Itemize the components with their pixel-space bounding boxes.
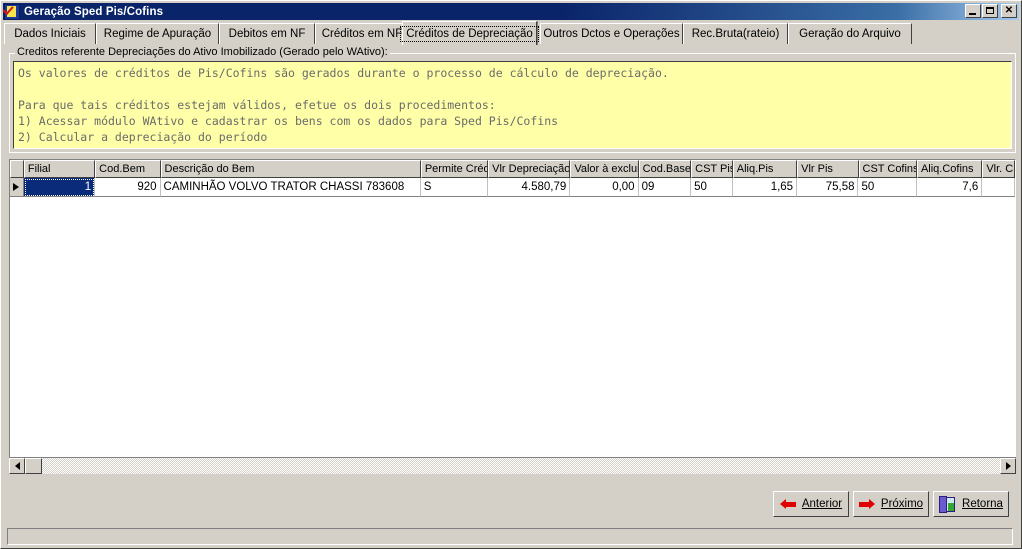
arrow-left-icon [14, 462, 20, 470]
tab-label: Outros Dctos e Operações [543, 28, 680, 40]
cell-cst-cofins[interactable]: 50 [858, 178, 917, 197]
row-pointer-icon [13, 183, 20, 191]
checkmark-icon [4, 3, 20, 20]
grid-header-row: Filial Cod.Bem Descrição do Bem Permite … [10, 160, 1015, 178]
anterior-button[interactable]: Anterior [773, 491, 849, 517]
tab-creditos-em-nf[interactable]: Créditos em NF [315, 23, 409, 44]
minimize-button[interactable] [965, 4, 981, 18]
arrow-right-icon [858, 498, 875, 510]
grid-header-vlr-depreciacao[interactable]: Vlr Depreciação [488, 160, 571, 178]
scrollbar-track[interactable] [42, 458, 1000, 474]
grid-header-indicator [10, 160, 24, 178]
status-bar [3, 526, 1019, 547]
anterior-button-label: Anterior [801, 498, 843, 510]
grid-header-cod-bem[interactable]: Cod.Bem [95, 160, 161, 178]
tab-label: Geração do Arquivo [799, 28, 901, 40]
cell-cst-pis[interactable]: 50 [691, 178, 733, 197]
tab-label: Regime de Apuração [103, 28, 212, 40]
grid-header-vlr-cofins[interactable]: Vlr. C [982, 160, 1015, 178]
groupbox-label: Creditos referente Depreciações do Ativo… [15, 46, 390, 58]
tab-debitos-em-nf[interactable]: Debitos em NF [219, 23, 315, 44]
table-row[interactable]: 1 920 CAMINHÃO VOLVO TRATOR CHASSI 78360… [10, 178, 1015, 197]
retorna-button-label: Retorna [962, 498, 1003, 510]
cell-descricao[interactable]: CAMINHÃO VOLVO TRATOR CHASSI 783608 [160, 178, 421, 197]
scroll-left-button[interactable] [9, 458, 25, 474]
grid-header-cst-cofins[interactable]: CST Cofins [858, 160, 917, 178]
cell-cod-base[interactable]: 09 [638, 178, 692, 197]
tab-creditos-de-depreciacao[interactable]: Créditos de Depreciação [400, 21, 539, 45]
proximo-button-label: Próximo [880, 498, 924, 510]
proximo-button[interactable]: Próximo [853, 491, 929, 517]
cell-permite-cred[interactable]: S [420, 178, 489, 197]
button-bar: Anterior Próximo Retorna [1, 491, 1022, 521]
tab-label: Debitos em NF [228, 28, 306, 40]
scroll-right-button[interactable] [1000, 458, 1016, 474]
row-indicator [10, 178, 24, 197]
application-window: Geração Sped Pis/Cofins ✕ Dados Iniciais… [0, 0, 1022, 549]
tab-outros-dctos-e-operacoes[interactable]: Outros Dctos e Operações [540, 23, 683, 44]
grid-header-cod-base[interactable]: Cod.Base [638, 160, 692, 178]
tab-bar: Dados Iniciais Regime de Apuração Debito… [4, 21, 1018, 45]
cell-aliq-pis[interactable]: 1,65 [732, 178, 798, 197]
grid-header-aliq-pis[interactable]: Aliq.Pis [732, 160, 798, 178]
status-panel [7, 528, 1013, 545]
grid-header-valor-a-excluir[interactable]: Valor à excluir [570, 160, 639, 178]
cell-vlr-cofins[interactable] [982, 178, 1015, 197]
tab-label: Dados Iniciais [14, 28, 86, 40]
cell-cod-bem[interactable]: 920 [95, 178, 161, 197]
grid-header-filial[interactable]: Filial [23, 160, 96, 178]
arrow-right-icon [1005, 462, 1011, 470]
door-exit-icon [939, 495, 956, 513]
window-controls: ✕ [964, 4, 1017, 18]
grid-header-permite-cred[interactable]: Permite Créd. [420, 160, 489, 178]
grid-header-aliq-cofins[interactable]: Aliq.Cofins [916, 160, 983, 178]
arrow-left-icon [779, 498, 796, 510]
scrollbar-thumb[interactable] [25, 458, 42, 474]
cell-vlr-depreciacao[interactable]: 4.580,79 [488, 178, 571, 197]
close-button[interactable]: ✕ [1001, 4, 1017, 18]
tab-geracao-do-arquivo[interactable]: Geração do Arquivo [788, 23, 912, 44]
tab-regime-de-apuracao[interactable]: Regime de Apuração [96, 23, 219, 44]
cell-vlr-pis[interactable]: 75,58 [797, 178, 859, 197]
grid-header-vlr-pis[interactable]: Vlr Pis [797, 160, 859, 178]
tab-label: Créditos em NF [321, 28, 403, 40]
grid-empty-area [10, 197, 1015, 463]
maximize-button[interactable] [982, 4, 998, 18]
title-bar: Geração Sped Pis/Cofins ✕ [3, 3, 1019, 20]
cell-aliq-cofins[interactable]: 7,6 [916, 178, 983, 197]
window-title: Geração Sped Pis/Cofins [24, 5, 164, 18]
tab-dados-iniciais[interactable]: Dados Iniciais [4, 23, 96, 44]
tab-label: Rec.Bruta(rateio) [691, 28, 780, 40]
info-memo: Os valores de créditos de Pis/Cofins são… [13, 61, 1012, 149]
cell-filial[interactable]: 1 [23, 178, 96, 197]
grid-header-cst-pis[interactable]: CST Pis [691, 160, 733, 178]
tab-rec-bruta-rateio[interactable]: Rec.Bruta(rateio) [683, 23, 788, 44]
retorna-button[interactable]: Retorna [933, 491, 1009, 517]
grid-horizontal-scrollbar[interactable] [9, 457, 1016, 474]
cell-valor-a-excluir[interactable]: 0,00 [570, 178, 639, 197]
tab-label: Créditos de Depreciação [400, 25, 539, 42]
depreciation-credits-grid[interactable]: Filial Cod.Bem Descrição do Bem Permite … [9, 159, 1016, 464]
grid-header-descricao-do-bem[interactable]: Descrição do Bem [160, 160, 421, 178]
